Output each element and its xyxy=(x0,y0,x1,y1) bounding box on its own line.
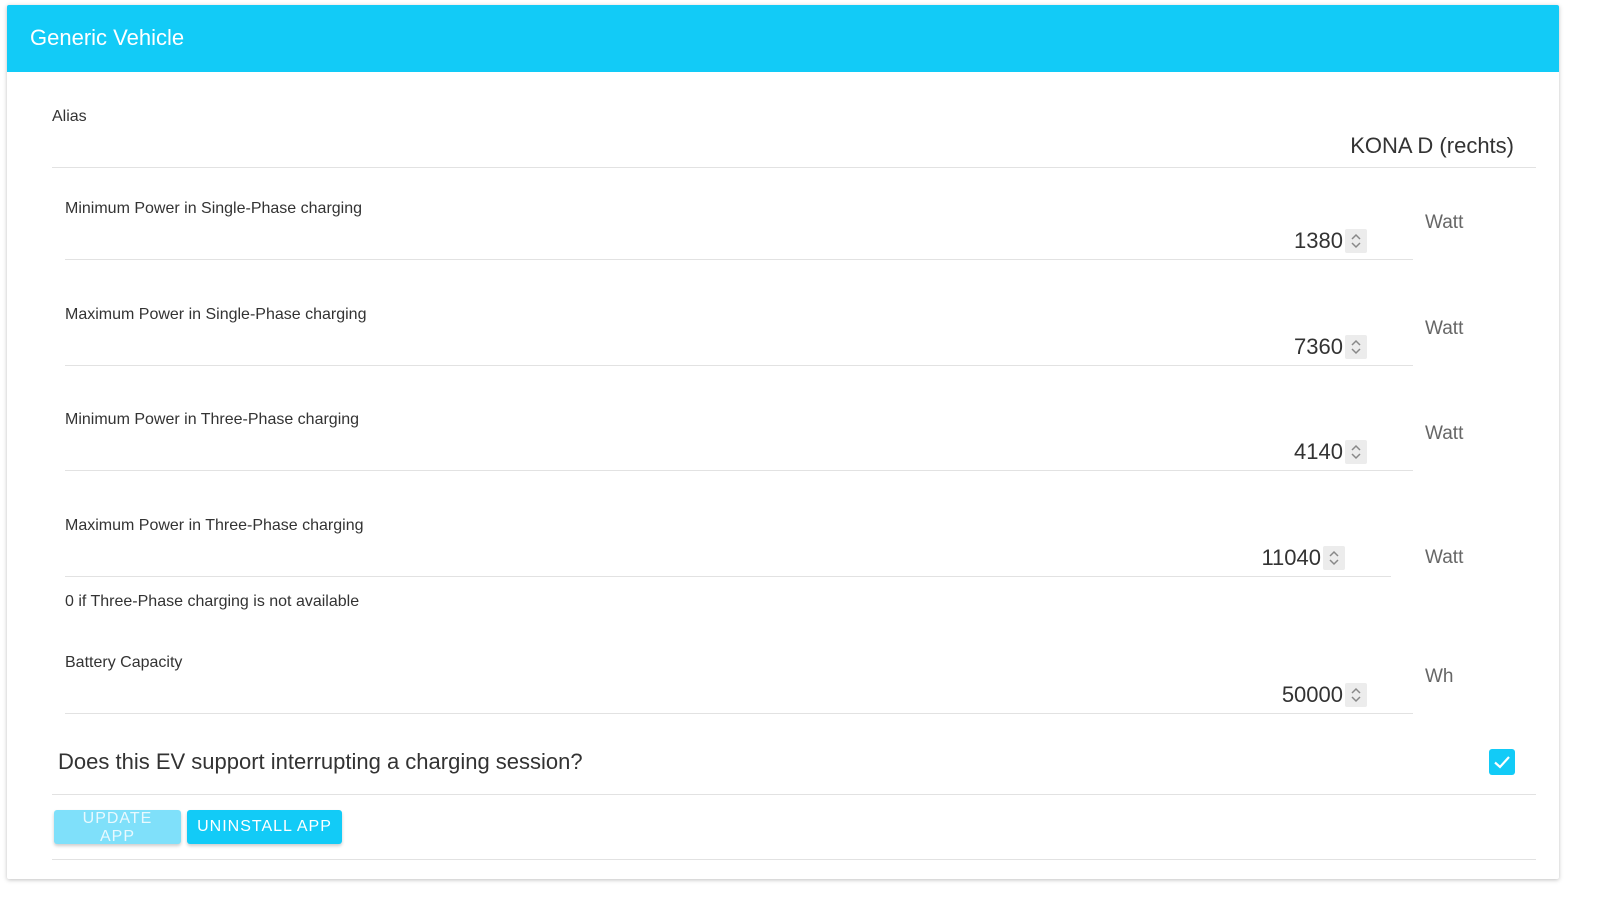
field-underline xyxy=(65,470,1413,471)
number-value[interactable]: 4140 xyxy=(1294,439,1343,465)
unit-label: Watt xyxy=(1425,423,1464,444)
number-input[interactable]: 7360 xyxy=(1294,334,1367,360)
field-hint: 0 if Three-Phase charging is not availab… xyxy=(65,593,360,610)
uninstall-app-button[interactable]: UNINSTALL APP xyxy=(187,810,342,844)
number-input[interactable]: 4140 xyxy=(1294,439,1367,465)
number-value[interactable]: 7360 xyxy=(1294,334,1343,360)
checkmark-icon xyxy=(1494,756,1510,769)
spinner-icon[interactable] xyxy=(1345,440,1367,464)
alias-label: Alias xyxy=(52,108,87,125)
spinner-icon[interactable] xyxy=(1345,335,1367,359)
field-label: Battery Capacity xyxy=(65,654,183,671)
field-label: Minimum Power in Single-Phase charging xyxy=(65,200,363,217)
field-underline xyxy=(65,365,1413,366)
spinner-icon[interactable] xyxy=(1345,683,1367,707)
number-input[interactable]: 50000 xyxy=(1282,682,1367,708)
field-label: Maximum Power in Single-Phase charging xyxy=(65,306,367,323)
number-input[interactable]: 11040 xyxy=(1261,545,1345,571)
field-underline xyxy=(65,576,1391,577)
alias-input[interactable]: KONA D (rechts) xyxy=(1350,133,1514,159)
alias-underline xyxy=(52,167,1536,168)
number-value[interactable]: 11040 xyxy=(1261,545,1321,571)
unit-label: Watt xyxy=(1425,212,1464,233)
card-header: Generic Vehicle xyxy=(7,5,1559,72)
card-title: Generic Vehicle xyxy=(30,25,185,50)
interrupt-question: Does this EV support interrupting a char… xyxy=(58,749,583,774)
spinner-icon[interactable] xyxy=(1345,229,1367,253)
field-underline xyxy=(65,713,1413,714)
field-label: Maximum Power in Three-Phase charging xyxy=(65,517,364,534)
field-label: Minimum Power in Three-Phase charging xyxy=(65,411,360,428)
number-input[interactable]: 1380 xyxy=(1294,228,1367,254)
number-value[interactable]: 1380 xyxy=(1294,228,1343,254)
number-value[interactable]: 50000 xyxy=(1282,682,1343,708)
update-app-button[interactable]: UPDATE APP xyxy=(54,810,181,845)
unit-label: Wh xyxy=(1425,666,1454,687)
unit-label: Watt xyxy=(1425,318,1464,339)
vehicle-settings-card: Generic Vehicle Alias KONA D (rechts) Mi… xyxy=(7,5,1559,879)
unit-label: Watt xyxy=(1425,547,1464,568)
bottom-divider xyxy=(52,859,1536,860)
interrupt-checkbox[interactable] xyxy=(1489,749,1515,775)
field-underline xyxy=(65,259,1413,260)
spinner-icon[interactable] xyxy=(1323,546,1345,570)
question-divider xyxy=(52,794,1536,795)
